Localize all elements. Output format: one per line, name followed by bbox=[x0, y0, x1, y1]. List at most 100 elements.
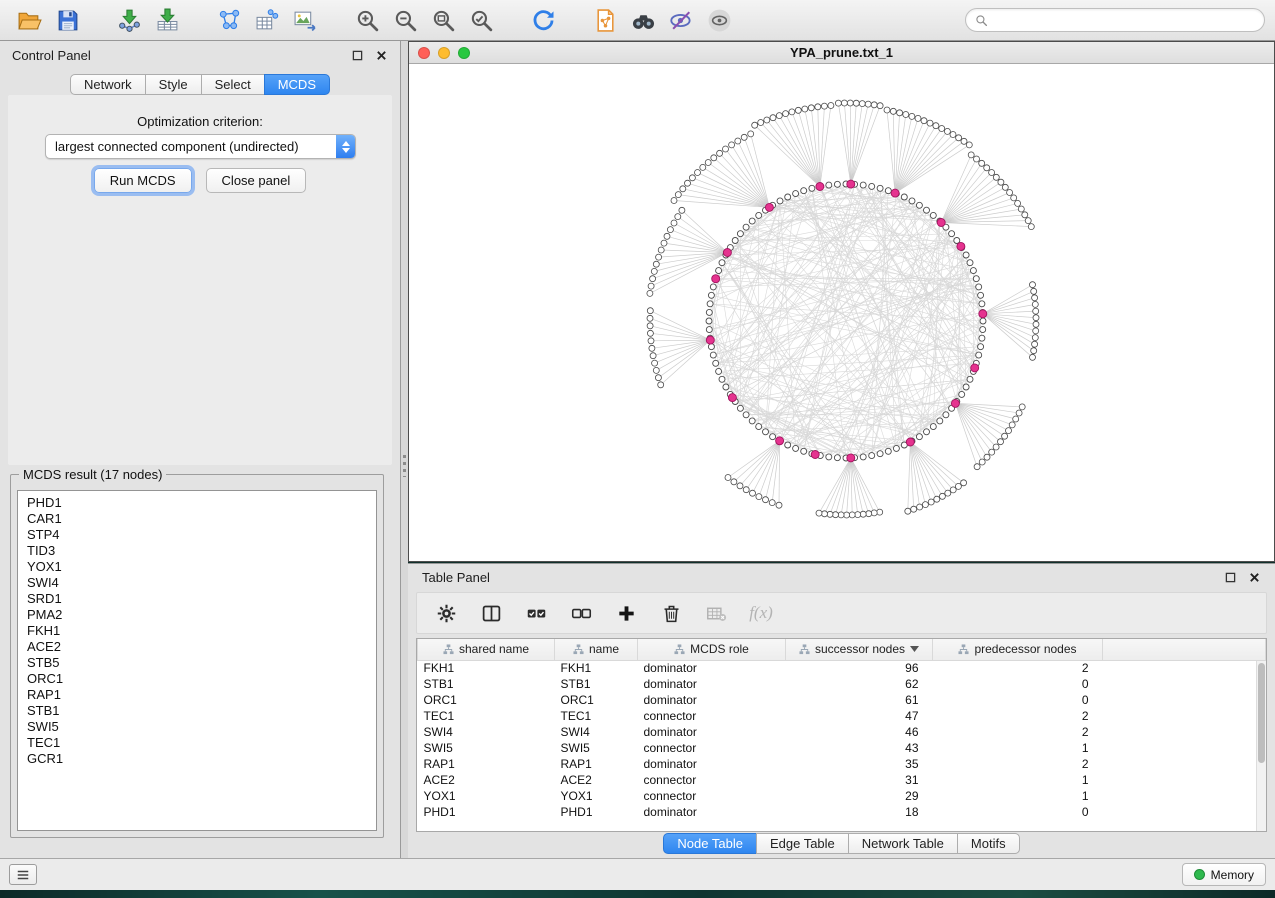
column-header-successor-nodes[interactable]: successor nodes bbox=[786, 639, 933, 660]
table-row[interactable]: PHD1PHD1dominator180 bbox=[418, 804, 1266, 820]
result-node-item[interactable]: PHD1 bbox=[27, 495, 367, 511]
result-node-item[interactable]: RAP1 bbox=[27, 687, 367, 703]
search-input[interactable] bbox=[993, 13, 1255, 27]
cell-successor-nodes[interactable]: 47 bbox=[786, 708, 933, 724]
cell-successor-nodes[interactable]: 96 bbox=[786, 660, 933, 676]
column-header-predecessor-nodes[interactable]: predecessor nodes bbox=[933, 639, 1103, 660]
float-panel-icon[interactable] bbox=[351, 49, 364, 62]
cell-predecessor-nodes[interactable]: 0 bbox=[933, 676, 1103, 692]
settings-button[interactable] bbox=[433, 600, 459, 626]
cell-successor-nodes[interactable]: 43 bbox=[786, 740, 933, 756]
network-window-titlebar[interactable]: YPA_prune.txt_1 bbox=[409, 42, 1274, 64]
column-header-shared-name[interactable]: shared name bbox=[418, 639, 555, 660]
cell-mcds-role[interactable]: connector bbox=[638, 788, 786, 804]
find-button[interactable] bbox=[624, 4, 662, 36]
cell-mcds-role[interactable]: dominator bbox=[638, 756, 786, 772]
delete-row-button[interactable] bbox=[658, 600, 684, 626]
table-row[interactable]: ACE2ACE2connector311 bbox=[418, 772, 1266, 788]
cell-shared-name[interactable]: ACE2 bbox=[418, 772, 555, 788]
cell-mcds-role[interactable]: connector bbox=[638, 772, 786, 788]
cell-name[interactable]: ORC1 bbox=[555, 692, 638, 708]
birdseye-view-button[interactable] bbox=[700, 4, 738, 36]
columns-button[interactable] bbox=[478, 600, 504, 626]
table-row[interactable]: ORC1ORC1dominator610 bbox=[418, 692, 1266, 708]
table-row[interactable]: SWI4SWI4dominator462 bbox=[418, 724, 1266, 740]
result-node-item[interactable]: GCR1 bbox=[27, 751, 367, 767]
memory-button[interactable]: Memory bbox=[1182, 863, 1266, 886]
zoom-in-button[interactable] bbox=[348, 4, 386, 36]
cell-mcds-role[interactable]: dominator bbox=[638, 724, 786, 740]
zoom-window-button[interactable] bbox=[458, 47, 470, 59]
float-table-panel-icon[interactable] bbox=[1224, 571, 1237, 584]
zoom-selected-button[interactable] bbox=[462, 4, 500, 36]
deselect-all-button[interactable] bbox=[568, 600, 594, 626]
cell-successor-nodes[interactable]: 29 bbox=[786, 788, 933, 804]
cell-predecessor-nodes[interactable]: 2 bbox=[933, 708, 1103, 724]
result-node-item[interactable]: ACE2 bbox=[27, 639, 367, 655]
zoom-out-button[interactable] bbox=[386, 4, 424, 36]
cell-shared-name[interactable]: ORC1 bbox=[418, 692, 555, 708]
cell-successor-nodes[interactable]: 62 bbox=[786, 676, 933, 692]
minimize-window-button[interactable] bbox=[438, 47, 450, 59]
run-mcds-button[interactable]: Run MCDS bbox=[94, 168, 192, 193]
result-node-item[interactable]: SWI4 bbox=[27, 575, 367, 591]
cell-name[interactable]: ACE2 bbox=[555, 772, 638, 788]
column-header-mcds-role[interactable]: MCDS role bbox=[638, 639, 786, 660]
add-row-button[interactable] bbox=[613, 600, 639, 626]
result-node-item[interactable]: FKH1 bbox=[27, 623, 367, 639]
cell-predecessor-nodes[interactable]: 2 bbox=[933, 756, 1103, 772]
cell-shared-name[interactable]: TEC1 bbox=[418, 708, 555, 724]
close-table-panel-icon[interactable] bbox=[1248, 571, 1261, 584]
cell-mcds-role[interactable]: connector bbox=[638, 740, 786, 756]
result-node-item[interactable]: STB5 bbox=[27, 655, 367, 671]
import-network-button[interactable] bbox=[110, 4, 148, 36]
cell-name[interactable]: TEC1 bbox=[555, 708, 638, 724]
table-row[interactable]: RAP1RAP1dominator352 bbox=[418, 756, 1266, 772]
cell-successor-nodes[interactable]: 61 bbox=[786, 692, 933, 708]
cell-name[interactable]: PHD1 bbox=[555, 804, 638, 820]
cell-mcds-role[interactable]: dominator bbox=[638, 692, 786, 708]
table-row[interactable]: FKH1FKH1dominator962 bbox=[418, 660, 1266, 676]
cell-shared-name[interactable]: RAP1 bbox=[418, 756, 555, 772]
cell-successor-nodes[interactable]: 18 bbox=[786, 804, 933, 820]
open-session-button[interactable] bbox=[10, 4, 48, 36]
result-node-item[interactable]: PMA2 bbox=[27, 607, 367, 623]
cell-predecessor-nodes[interactable]: 2 bbox=[933, 724, 1103, 740]
result-node-item[interactable]: YOX1 bbox=[27, 559, 367, 575]
cell-name[interactable]: FKH1 bbox=[555, 660, 638, 676]
cell-name[interactable]: RAP1 bbox=[555, 756, 638, 772]
cell-predecessor-nodes[interactable]: 1 bbox=[933, 772, 1103, 788]
cell-mcds-role[interactable]: dominator bbox=[638, 660, 786, 676]
result-node-item[interactable]: SRD1 bbox=[27, 591, 367, 607]
select-all-button[interactable] bbox=[523, 600, 549, 626]
new-table-button[interactable] bbox=[248, 4, 286, 36]
table-tab-node-table[interactable]: Node Table bbox=[663, 833, 757, 854]
table-row[interactable]: TEC1TEC1connector472 bbox=[418, 708, 1266, 724]
cell-name[interactable]: STB1 bbox=[555, 676, 638, 692]
tab-network[interactable]: Network bbox=[70, 74, 146, 95]
cell-successor-nodes[interactable]: 35 bbox=[786, 756, 933, 772]
cell-successor-nodes[interactable]: 31 bbox=[786, 772, 933, 788]
table-row[interactable]: YOX1YOX1connector291 bbox=[418, 788, 1266, 804]
close-panel-button[interactable]: Close panel bbox=[206, 168, 307, 193]
import-table-button[interactable] bbox=[148, 4, 186, 36]
search-box[interactable] bbox=[965, 8, 1265, 32]
network-leaf-nodes[interactable] bbox=[647, 100, 1039, 518]
result-node-item[interactable]: STP4 bbox=[27, 527, 367, 543]
table-tab-edge-table[interactable]: Edge Table bbox=[756, 833, 849, 854]
table-scrollbar-thumb[interactable] bbox=[1258, 663, 1265, 763]
mcds-result-list[interactable]: PHD1CAR1STP4TID3YOX1SWI4SRD1PMA2FKH1ACE2… bbox=[17, 490, 377, 831]
refresh-layout-button[interactable] bbox=[524, 4, 562, 36]
cell-predecessor-nodes[interactable]: 1 bbox=[933, 788, 1103, 804]
table-tab-motifs[interactable]: Motifs bbox=[957, 833, 1020, 854]
cell-name[interactable]: YOX1 bbox=[555, 788, 638, 804]
cell-shared-name[interactable]: SWI5 bbox=[418, 740, 555, 756]
optimization-dropdown[interactable]: largest connected component (undirected) bbox=[45, 134, 356, 159]
close-panel-icon[interactable] bbox=[375, 49, 388, 62]
table-tab-network-table[interactable]: Network Table bbox=[848, 833, 958, 854]
close-window-button[interactable] bbox=[418, 47, 430, 59]
export-image-button[interactable] bbox=[286, 4, 324, 36]
cell-mcds-role[interactable]: dominator bbox=[638, 804, 786, 820]
cell-predecessor-nodes[interactable]: 0 bbox=[933, 804, 1103, 820]
cell-successor-nodes[interactable]: 46 bbox=[786, 724, 933, 740]
